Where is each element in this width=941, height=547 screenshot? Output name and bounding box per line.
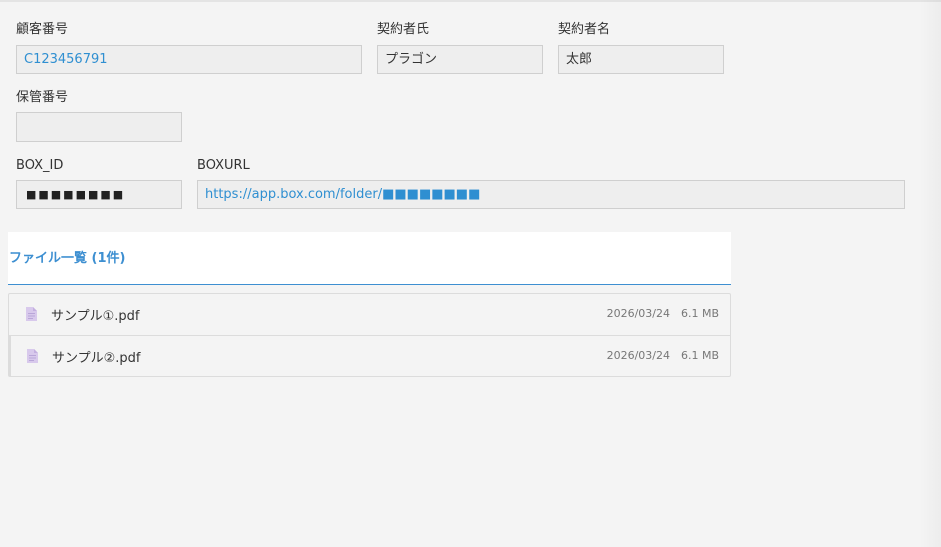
customer-number-field[interactable]: C123456791 [16, 45, 362, 74]
box-id-label: BOX_ID [16, 158, 64, 173]
contract-last-name-field[interactable]: プラゴン [377, 45, 543, 74]
contract-first-name-field[interactable]: 太郎 [558, 45, 724, 74]
box-url-label: BOXURL [197, 158, 250, 173]
file-list-header: ファイル一覧 (1件) [8, 232, 731, 285]
file-row[interactable]: サンプル①.pdf 2026/03/24 6.1 MB [9, 294, 730, 335]
box-id-field[interactable]: ■■■■■■■■ [16, 180, 182, 209]
pdf-file-icon [27, 348, 38, 363]
storage-number-label: 保管番号 [16, 90, 69, 105]
customer-number-label: 顧客番号 [16, 22, 69, 37]
file-name[interactable]: サンプル②.pdf [52, 347, 140, 366]
storage-number-field[interactable] [16, 112, 182, 142]
right-edge-shade [919, 0, 941, 547]
top-border [0, 0, 941, 2]
file-list: サンプル①.pdf 2026/03/24 6.1 MB サンプル②.pdf 20… [8, 293, 731, 377]
pdf-file-icon [26, 306, 37, 321]
contract-last-name-label: 契約者氏 [377, 22, 430, 37]
box-url-field[interactable]: https://app.box.com/folder/■■■■■■■■ [197, 180, 905, 209]
file-size: 6.1 MB [680, 349, 719, 362]
file-list-title: ファイル一覧 (1件) [9, 251, 126, 266]
file-size: 6.1 MB [680, 307, 719, 320]
file-row[interactable]: サンプル②.pdf 2026/03/24 6.1 MB [9, 335, 730, 376]
contract-first-name-label: 契約者名 [558, 22, 611, 37]
file-name[interactable]: サンプル①.pdf [51, 305, 139, 324]
file-date: 2026/03/24 [606, 349, 670, 362]
file-date: 2026/03/24 [606, 307, 670, 320]
